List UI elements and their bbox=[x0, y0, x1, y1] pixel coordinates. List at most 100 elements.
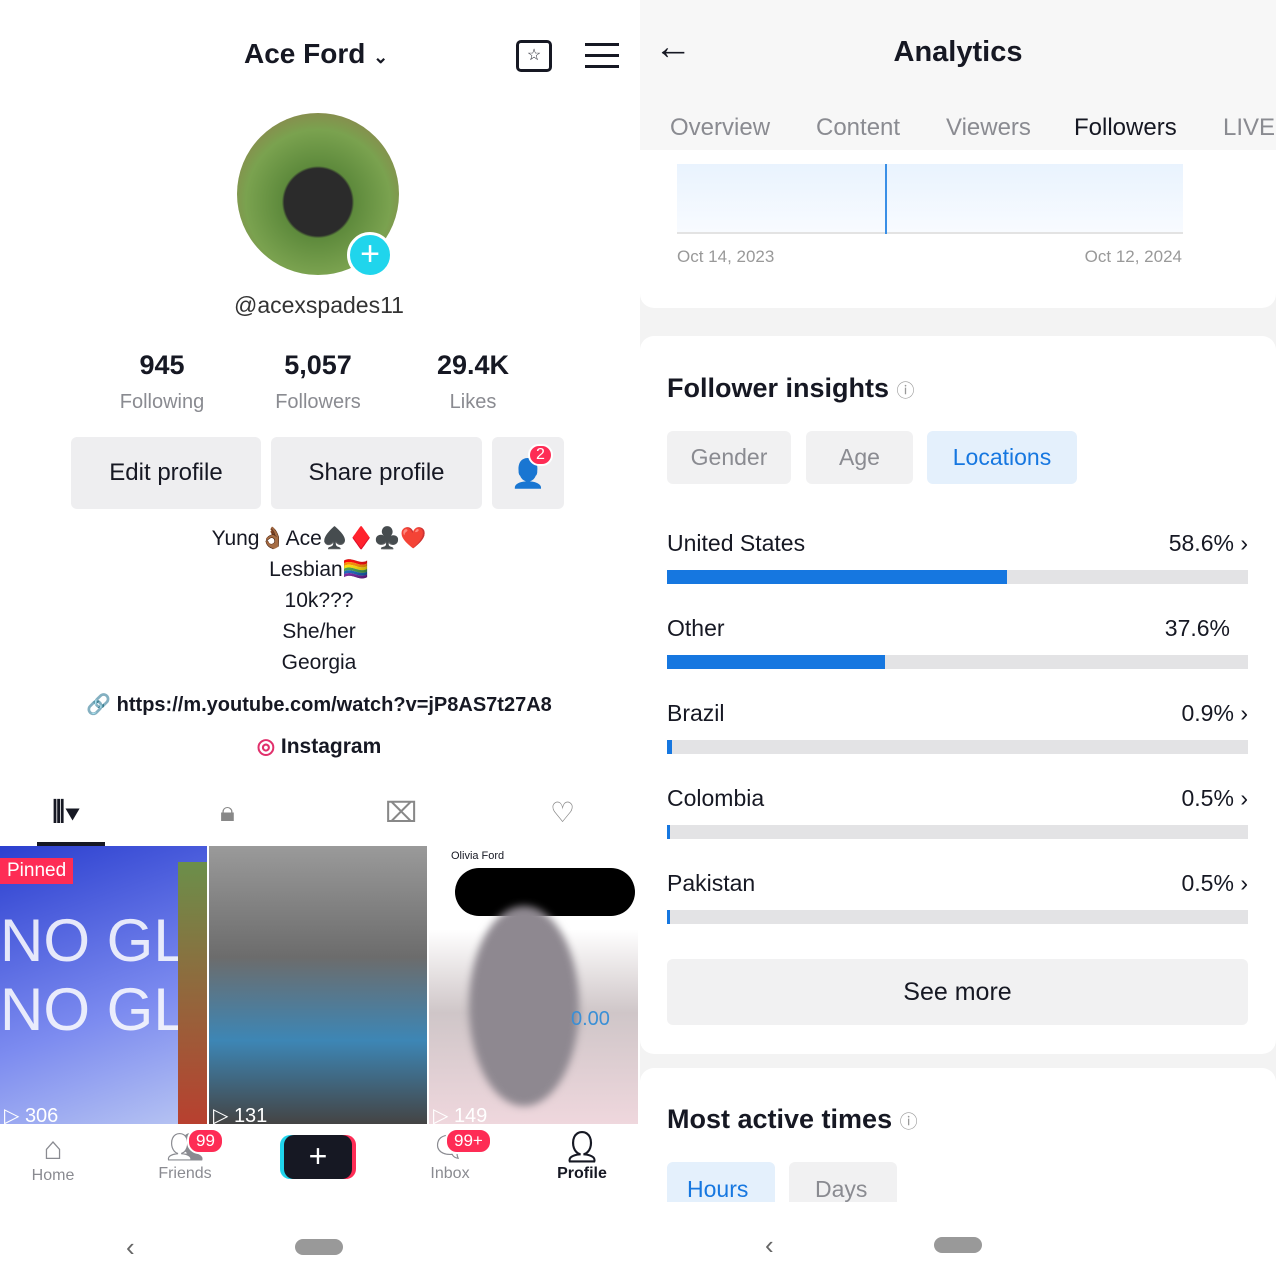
page-title: Analytics bbox=[893, 36, 1023, 68]
friends-icon: 👥︎ bbox=[165, 1131, 205, 1164]
view-count: ▷ 306 bbox=[4, 1105, 59, 1124]
video-thumbnail[interactable]: ▷ 131 bbox=[209, 846, 427, 1124]
bio-line: Georgia bbox=[281, 651, 357, 674]
thumbnail-art: NO GL NO GL bbox=[0, 907, 187, 1043]
location-percent: 0.9% › bbox=[1181, 700, 1249, 726]
followers-chart-card: Oct 14, 2023 Oct 12, 2024 bbox=[640, 150, 1276, 308]
chip-gender[interactable]: Gender bbox=[667, 431, 791, 484]
favorites-hidden-icon[interactable]: ⌧ bbox=[385, 796, 417, 829]
bio-line: She/her bbox=[282, 620, 356, 643]
nav-label: Inbox bbox=[430, 1165, 470, 1182]
friend-badge: 2 bbox=[528, 444, 553, 466]
nav-profile[interactable]: 👤︎ Profile bbox=[527, 1130, 637, 1183]
stat-label: Likes bbox=[449, 391, 497, 413]
system-home-handle[interactable] bbox=[934, 1237, 982, 1253]
chip-days[interactable]: Days bbox=[789, 1162, 897, 1202]
chip-age[interactable]: Age bbox=[806, 431, 913, 484]
location-bar-fill bbox=[667, 655, 886, 669]
location-name: Brazil bbox=[667, 700, 725, 726]
chevron-down-icon: ⌄ bbox=[373, 47, 389, 67]
edit-profile-button[interactable]: Edit profile bbox=[71, 437, 261, 509]
tab-content[interactable]: Content bbox=[816, 114, 900, 142]
tab-overview[interactable]: Overview bbox=[670, 114, 770, 142]
home-icon: ⌂ bbox=[43, 1130, 63, 1166]
stat-value: 5,057 bbox=[284, 350, 352, 380]
tab-live[interactable]: LIVE bbox=[1223, 114, 1275, 142]
blurred-face bbox=[469, 906, 579, 1106]
profile-icon: 👤︎ bbox=[562, 1131, 602, 1164]
share-profile-button[interactable]: Share profile bbox=[271, 437, 482, 509]
location-bar-track bbox=[667, 825, 1248, 839]
x-axis-start-label: Oct 14, 2023 bbox=[677, 247, 775, 266]
location-name: Pakistan bbox=[667, 870, 756, 896]
view-count: ▷ 149 bbox=[433, 1105, 488, 1124]
chevron-right-icon: › bbox=[1240, 530, 1248, 556]
stat-value: 29.4K bbox=[436, 350, 510, 380]
location-bar-track bbox=[667, 910, 1248, 924]
account-switcher[interactable]: Ace Ford ⌄ bbox=[244, 38, 388, 70]
chevron-right-icon: › bbox=[1240, 785, 1248, 811]
chart-cursor-line bbox=[885, 164, 887, 234]
tab-followers[interactable]: Followers bbox=[1074, 114, 1177, 142]
video-thumbnail[interactable]: Olivia Ford 0.00 ▷ 149 bbox=[429, 846, 638, 1124]
redaction bbox=[455, 868, 635, 916]
system-back-icon[interactable]: ‹ bbox=[765, 1230, 774, 1261]
friends-badge: 99 bbox=[187, 1128, 224, 1154]
instagram-link[interactable]: ◎ Instagram bbox=[0, 734, 638, 759]
nav-home[interactable]: ⌂ Home bbox=[0, 1130, 108, 1185]
location-bar-fill bbox=[667, 910, 670, 924]
chip-hours[interactable]: Hours bbox=[667, 1162, 775, 1202]
insights-title: Follower insights ⓘ bbox=[667, 373, 915, 403]
add-friends-button[interactable]: 👤 bbox=[492, 437, 564, 509]
system-back-icon[interactable]: ‹ bbox=[126, 1232, 135, 1263]
inbox-badge: 99+ bbox=[445, 1128, 492, 1154]
see-more-button[interactable]: See more bbox=[667, 959, 1248, 1025]
calendar-star-icon[interactable]: ☆ bbox=[516, 40, 552, 72]
stat-label: Following bbox=[119, 391, 205, 413]
link-icon: 🔗 bbox=[86, 694, 112, 716]
info-icon[interactable]: ⓘ bbox=[900, 1112, 918, 1132]
profile-name: Ace Ford bbox=[244, 38, 366, 69]
location-name: United States bbox=[667, 530, 806, 556]
private-lock-icon[interactable]: 🔒︎ bbox=[220, 796, 235, 829]
chevron-right-icon: › bbox=[1240, 700, 1248, 726]
location-percent: 58.6% › bbox=[1168, 530, 1248, 556]
view-count: ▷ 131 bbox=[213, 1105, 268, 1124]
video-tag: Olivia Ford bbox=[451, 850, 505, 862]
profile-screen: Ace Ford ⌄ ☆ + @acexspades11 945 Followin… bbox=[0, 0, 638, 1276]
menu-icon[interactable] bbox=[585, 43, 619, 68]
nav-label: Friends bbox=[158, 1165, 212, 1182]
active-times-title: Most active times ⓘ bbox=[667, 1104, 918, 1134]
location-name: Other bbox=[667, 615, 725, 641]
x-axis-end-label: Oct 12, 2024 bbox=[1084, 247, 1182, 266]
create-button[interactable]: + bbox=[284, 1135, 352, 1179]
location-bar-track bbox=[667, 655, 1248, 669]
nav-label: Profile bbox=[557, 1165, 607, 1182]
handle: @acexspades11 bbox=[234, 292, 404, 318]
location-percent: 0.5% › bbox=[1181, 870, 1249, 896]
chip-locations[interactable]: Locations bbox=[927, 431, 1077, 484]
system-home-handle[interactable] bbox=[295, 1239, 343, 1255]
thumbnail-art bbox=[178, 862, 207, 1124]
location-percent: 37.6% bbox=[1164, 615, 1230, 641]
bio-line: 10k??? bbox=[284, 589, 354, 612]
liked-hidden-icon[interactable]: ♡ bbox=[550, 796, 575, 829]
instagram-icon: ◎ bbox=[256, 735, 276, 758]
tab-viewers[interactable]: Viewers bbox=[946, 114, 1031, 142]
pinned-badge: Pinned bbox=[0, 858, 74, 884]
add-photo-icon[interactable]: + bbox=[347, 232, 393, 278]
location-bar-track bbox=[667, 570, 1248, 584]
bio-line: Yung👌🏾Ace♠️♦️♣️❤️ bbox=[211, 527, 427, 550]
instagram-label: Instagram bbox=[280, 735, 382, 758]
location-name: Colombia bbox=[667, 785, 765, 811]
location-bar-fill bbox=[667, 570, 1008, 584]
chart-area bbox=[677, 164, 1183, 234]
chevron-right-icon: › bbox=[1240, 870, 1248, 896]
videos-tab-grid-icon[interactable]: ⦀▾ bbox=[52, 796, 80, 830]
location-percent: 0.5% › bbox=[1181, 785, 1249, 811]
location-bar-fill bbox=[667, 825, 670, 839]
profile-link[interactable]: 🔗 https://m.youtube.com/watch?v=jP8AS7t2… bbox=[0, 692, 638, 717]
video-thumbnail[interactable]: Pinned NO GL NO GL ▷ 306 bbox=[0, 846, 207, 1124]
info-icon[interactable]: ⓘ bbox=[897, 381, 915, 401]
stat-value: 945 bbox=[139, 350, 185, 380]
